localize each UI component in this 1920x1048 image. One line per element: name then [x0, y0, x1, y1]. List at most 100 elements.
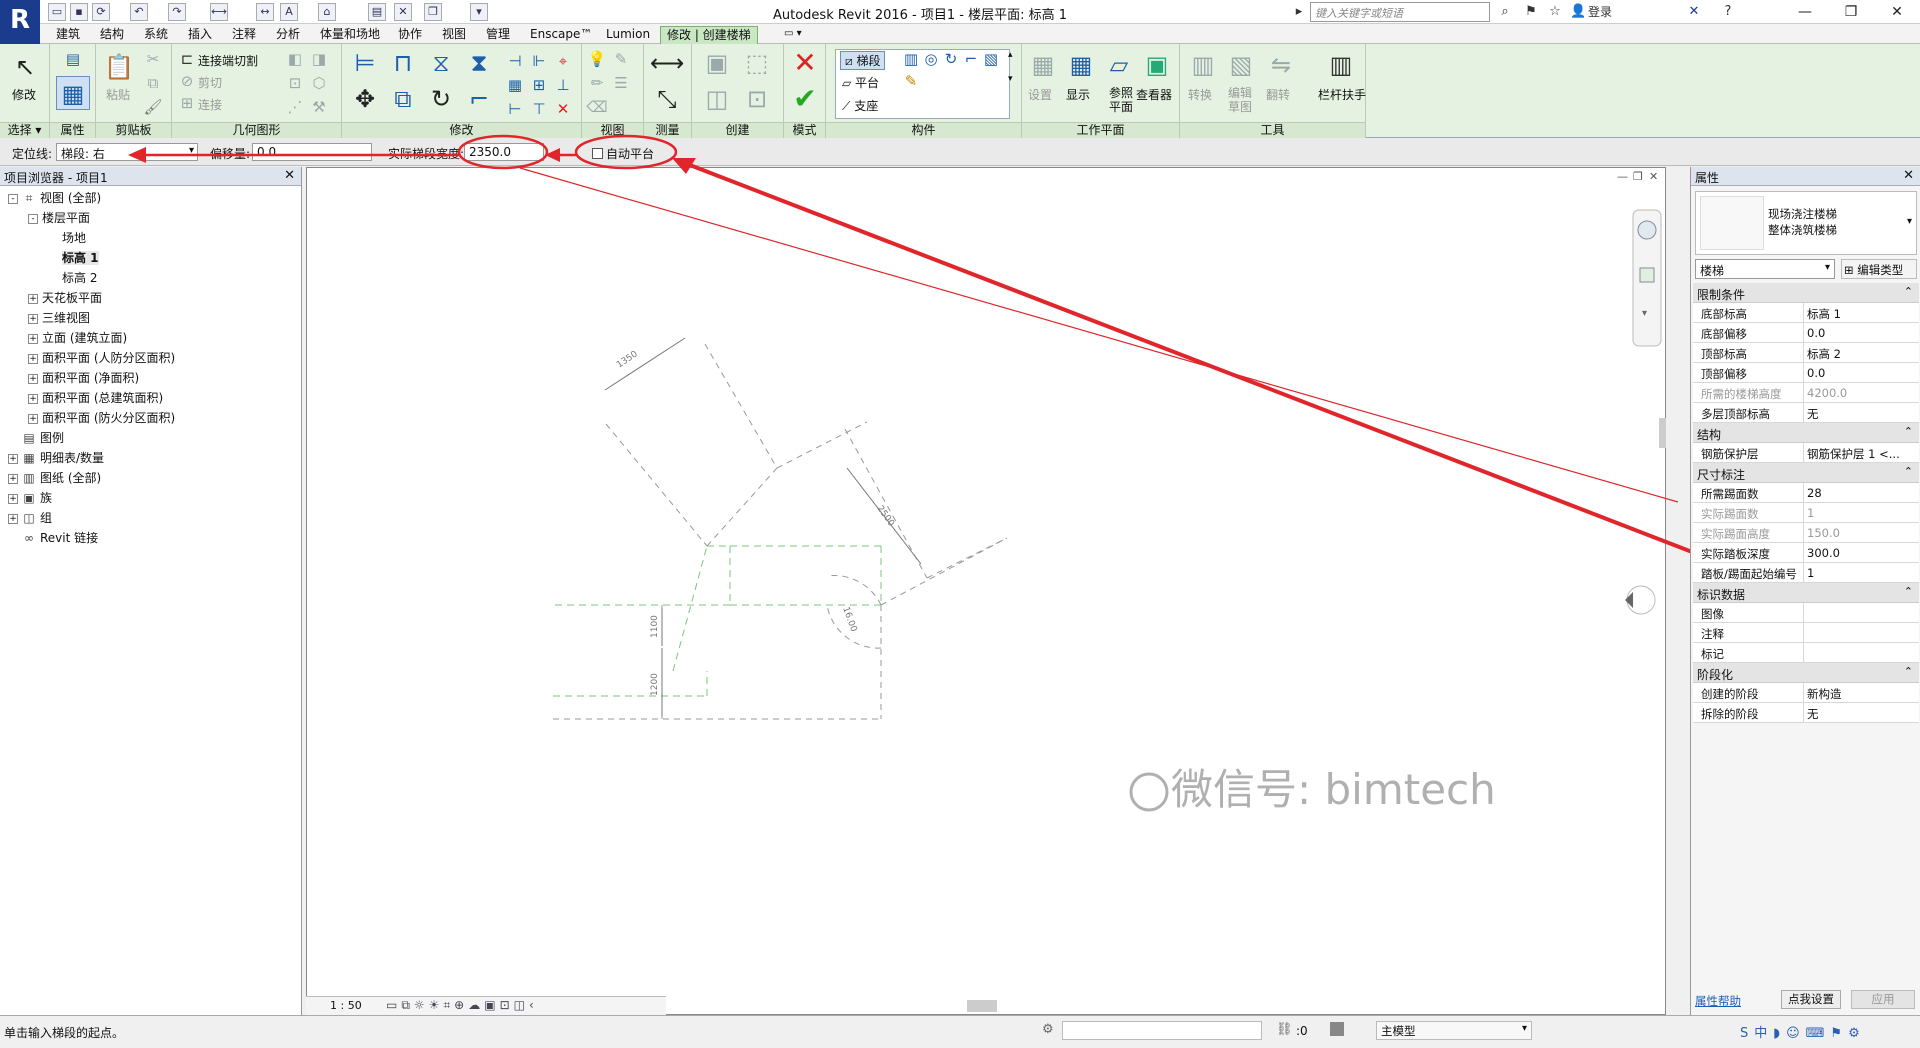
run-width-input[interactable]: 2350.0: [464, 143, 544, 161]
offset-input[interactable]: 0.0: [252, 143, 372, 161]
tree-item[interactable]: + 面积平面 (总建筑面积): [28, 389, 163, 407]
modify-button[interactable]: 修改: [12, 86, 36, 103]
tag-icon[interactable]: A: [280, 3, 298, 21]
ref-plane-button[interactable]: 参照平面: [1106, 86, 1136, 114]
collapse-icon[interactable]: ⌃: [1904, 425, 1913, 438]
run-button[interactable]: ⧄ 梯段: [840, 51, 886, 70]
favorites-star-icon[interactable]: ☆: [1546, 3, 1564, 21]
mirror-draw-icon[interactable]: ⧗: [462, 46, 496, 80]
finish-edit-icon[interactable]: ✔: [788, 82, 822, 116]
tree-item[interactable]: + 面积平面 (人防分区面积): [28, 349, 175, 367]
property-row[interactable]: 实际踏板深度 300.0: [1693, 543, 1919, 563]
demolish-icon[interactable]: ⬡: [308, 72, 330, 94]
tree-item[interactable]: ∞ Revit 链接: [8, 529, 98, 547]
property-group[interactable]: 限制条件 ⌃: [1693, 283, 1919, 303]
trim-multiple-icon[interactable]: ⊢: [504, 98, 526, 120]
view-scale[interactable]: 1 : 50: [330, 999, 362, 1012]
edit-sketch-icon[interactable]: ▧: [1224, 48, 1258, 82]
array-icon[interactable]: ▦: [504, 74, 526, 96]
worksets-icon[interactable]: ⚙: [1042, 1022, 1054, 1037]
join-geometry-button[interactable]: 连接: [198, 96, 222, 113]
property-row[interactable]: 底部偏移 0.0: [1693, 323, 1919, 343]
pin-icon[interactable]: ⊥: [552, 74, 574, 96]
copy-icon[interactable]: ⧉: [142, 72, 164, 94]
redo-icon[interactable]: ↷: [168, 3, 186, 21]
property-row[interactable]: 注释: [1693, 623, 1919, 643]
thin-lines-icon[interactable]: ▤: [368, 3, 386, 21]
tab-enscape[interactable]: Enscape™: [524, 26, 598, 44]
search-arrow-icon[interactable]: ▸: [1292, 3, 1306, 21]
tab-architecture[interactable]: 建筑: [50, 26, 86, 44]
cut-geometry-icon[interactable]: ⊘: [176, 70, 198, 92]
property-value[interactable]: 0.0: [1807, 326, 1825, 340]
trim-single-icon[interactable]: ⊤: [528, 98, 550, 120]
l-winder-icon[interactable]: ⌐: [960, 48, 982, 70]
select-dropdown[interactable]: 选择 ▾: [0, 122, 49, 138]
view-range-icon[interactable]: ☰: [610, 72, 632, 94]
binoculars-icon[interactable]: ⌕: [1496, 3, 1514, 21]
tree-item[interactable]: + 面积平面 (净面积): [28, 369, 139, 387]
viewer-icon[interactable]: ▣: [1140, 48, 1174, 82]
hammer-icon[interactable]: ⚒: [308, 96, 330, 118]
viewer-button[interactable]: 查看器: [1136, 86, 1172, 103]
property-row[interactable]: 拆除的阶段 无: [1693, 703, 1919, 723]
tree-item[interactable]: + ▦ 明细表/数量: [8, 449, 104, 467]
lines-icon[interactable]: ⋰: [284, 96, 306, 118]
tree-item[interactable]: + 立面 (建筑立面): [28, 329, 127, 347]
tree-item[interactable]: ▤ 图例: [8, 429, 64, 447]
paste-icon[interactable]: 📋: [102, 50, 136, 84]
close-hidden-icon[interactable]: ✕: [394, 3, 412, 21]
flip-button[interactable]: 翻转: [1266, 86, 1290, 103]
property-group[interactable]: 标识数据 ⌃: [1693, 583, 1919, 603]
apply-button[interactable]: 应用: [1851, 990, 1915, 1009]
property-value[interactable]: 无: [1807, 706, 1819, 722]
expand-icon[interactable]: +: [28, 313, 38, 324]
expand-icon[interactable]: +: [8, 473, 18, 484]
property-value[interactable]: 1: [1807, 566, 1814, 580]
property-row[interactable]: 钢筋保护层 钢筋保护层 1 <...: [1693, 443, 1919, 463]
close-button[interactable]: ✕: [1874, 0, 1920, 24]
tab-lumion[interactable]: Lumion: [600, 26, 656, 44]
view-restore-icon[interactable]: ❐: [1633, 170, 1643, 183]
collapse-icon[interactable]: -: [28, 213, 38, 224]
design-options-icon[interactable]: [1330, 1022, 1344, 1036]
rotate-icon[interactable]: ↻: [424, 82, 458, 116]
set-workplane-icon[interactable]: ▦: [1026, 48, 1060, 82]
show-workplane-icon[interactable]: ▦: [1064, 48, 1098, 82]
property-row[interactable]: 创建的阶段 新构造: [1693, 683, 1919, 703]
search-input[interactable]: 键入关键字或短语: [1310, 2, 1490, 22]
offset-icon[interactable]: ⊓: [386, 46, 420, 80]
property-row[interactable]: 标记: [1693, 643, 1919, 663]
hide-bulb-icon[interactable]: 💡: [586, 48, 608, 70]
ime-toolbar-icons[interactable]: S中◗☺⌨⚑⚙: [1740, 1022, 1866, 1041]
property-value[interactable]: 标高 2: [1807, 346, 1841, 362]
dimension-icon[interactable]: ↔: [256, 3, 274, 21]
expand-icon[interactable]: +: [8, 513, 18, 524]
convert-button[interactable]: 转换: [1188, 86, 1212, 103]
tree-item[interactable]: + ▥ 图纸 (全部): [8, 469, 101, 487]
click-settings-button[interactable]: 点我设置: [1781, 990, 1841, 1009]
spiral-run-icon[interactable]: ◎: [920, 48, 942, 70]
help-icon[interactable]: ?: [1718, 3, 1738, 21]
subscription-icon[interactable]: ⚑: [1522, 3, 1540, 21]
gallery-down-icon[interactable]: ▾: [1008, 74, 1013, 84]
login-link[interactable]: 登录: [1588, 3, 1638, 21]
property-value[interactable]: 标高 1: [1807, 306, 1841, 322]
expand-icon[interactable]: +: [28, 293, 38, 304]
property-group[interactable]: 尺寸标注 ⌃: [1693, 463, 1919, 483]
scale-icon[interactable]: ⊞: [528, 74, 550, 96]
tree-item[interactable]: 场地: [48, 229, 86, 247]
expand-icon[interactable]: +: [28, 353, 38, 364]
tab-insert[interactable]: 插入: [182, 26, 218, 44]
flip-icon[interactable]: ⇋: [1264, 48, 1298, 82]
show-workplane-button[interactable]: 显示: [1066, 86, 1090, 103]
cope-icon[interactable]: ⊏: [176, 48, 198, 70]
close-icon[interactable]: ✕: [284, 168, 295, 183]
tree-item[interactable]: - 楼层平面: [28, 209, 90, 227]
property-value[interactable]: 0.0: [1807, 366, 1825, 380]
tab-analyze[interactable]: 分析: [270, 26, 306, 44]
view-close-icon[interactable]: ✕: [1649, 170, 1658, 183]
railing-icon[interactable]: ▥: [1324, 48, 1358, 82]
cut-geometry-button[interactable]: 剪切: [198, 74, 222, 91]
expand-icon[interactable]: +: [28, 413, 38, 424]
